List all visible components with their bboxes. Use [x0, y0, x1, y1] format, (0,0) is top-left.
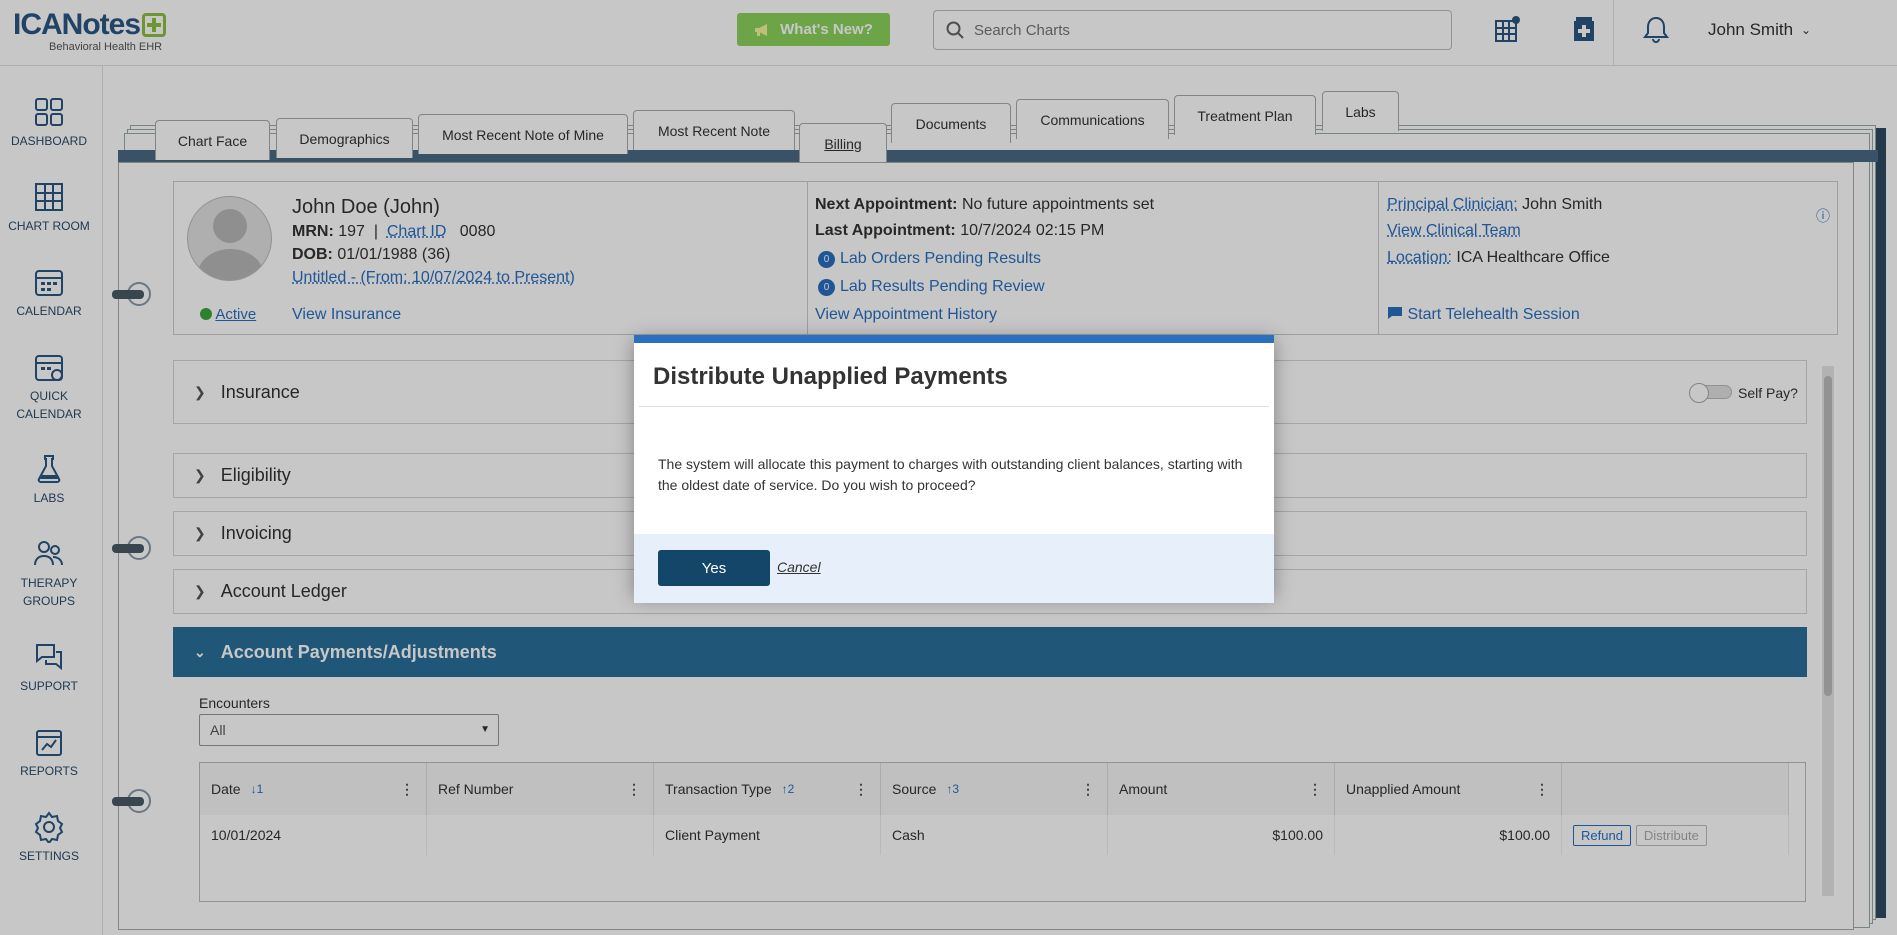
dialog-footer: Yes Cancel	[634, 534, 1274, 603]
dialog-divider	[639, 406, 1269, 407]
dialog-message: The system will allocate this payment to…	[658, 456, 1243, 493]
distribute-payments-dialog: Distribute Unapplied Payments The system…	[634, 335, 1274, 603]
cancel-link[interactable]: Cancel	[777, 559, 821, 575]
dialog-title: Distribute Unapplied Payments	[653, 363, 1008, 390]
yes-button[interactable]: Yes	[658, 550, 770, 586]
